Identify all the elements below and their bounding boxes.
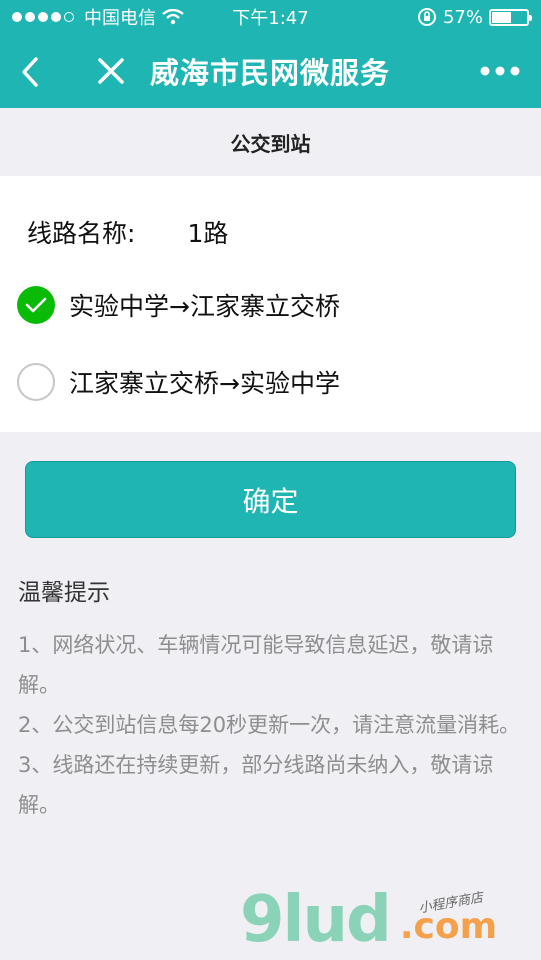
direction-label: 实验中学→江家寨立交桥 xyxy=(69,292,340,321)
tips-title: 温馨提示 xyxy=(18,580,110,606)
watermark-main: 9lud xyxy=(240,883,392,957)
close-icon xyxy=(98,58,124,84)
wifi-icon xyxy=(162,9,184,25)
battery-icon xyxy=(489,8,532,26)
chevron-left-icon xyxy=(22,57,38,87)
battery-percent: 57% xyxy=(442,6,483,28)
tip-item: 1、网络状况、车辆情况可能导致信息延迟，敬请谅解。 xyxy=(18,633,494,697)
nav-bar: 威海市民网微服务 xyxy=(0,34,541,108)
back-button[interactable] xyxy=(14,54,46,90)
clock: 下午1:47 xyxy=(232,8,309,29)
signal-icon xyxy=(12,12,74,22)
route-name-label: 线路名称: xyxy=(27,219,136,248)
orientation-lock-icon xyxy=(417,8,436,26)
tips-section: 温馨提示 1、网络状况、车辆情况可能导致信息延迟，敬请谅解。 2、公交到站信息每… xyxy=(18,573,523,825)
direction-option[interactable]: 实验中学→江家寨立交桥 xyxy=(17,286,340,324)
section-title: 公交到站 xyxy=(0,108,541,176)
confirm-button[interactable]: 确定 xyxy=(25,461,516,538)
direction-label: 江家寨立交桥→实验中学 xyxy=(69,369,340,398)
carrier-name: 中国电信 xyxy=(84,8,156,29)
tip-item: 3、线路还在持续更新，部分线路尚未纳入，敬请谅解。 xyxy=(18,753,494,817)
status-bar: 中国电信 下午1:47 57% xyxy=(0,0,541,34)
app-header: 中国电信 下午1:47 57% 威海市民网微服务 xyxy=(0,0,541,108)
radio-unchecked-icon[interactable] xyxy=(17,363,55,401)
page-title: 威海市民网微服务 xyxy=(150,56,391,90)
direction-option[interactable]: 江家寨立交桥→实验中学 xyxy=(17,363,340,401)
radio-checked-icon[interactable] xyxy=(17,286,55,324)
route-card: 线路名称: 1路 实验中学→江家寨立交桥 江家寨立交桥→实验中学 xyxy=(0,176,541,432)
close-button[interactable] xyxy=(94,54,128,88)
watermark-logo: 9lud .com 小程序商店 xyxy=(240,888,497,952)
route-name-row: 线路名称: 1路 xyxy=(27,214,228,250)
tip-item: 2、公交到站信息每20秒更新一次，请注意流量消耗。 xyxy=(18,713,521,737)
more-dots-icon xyxy=(480,66,520,76)
more-button[interactable] xyxy=(479,61,521,81)
route-name-value: 1路 xyxy=(187,219,229,248)
